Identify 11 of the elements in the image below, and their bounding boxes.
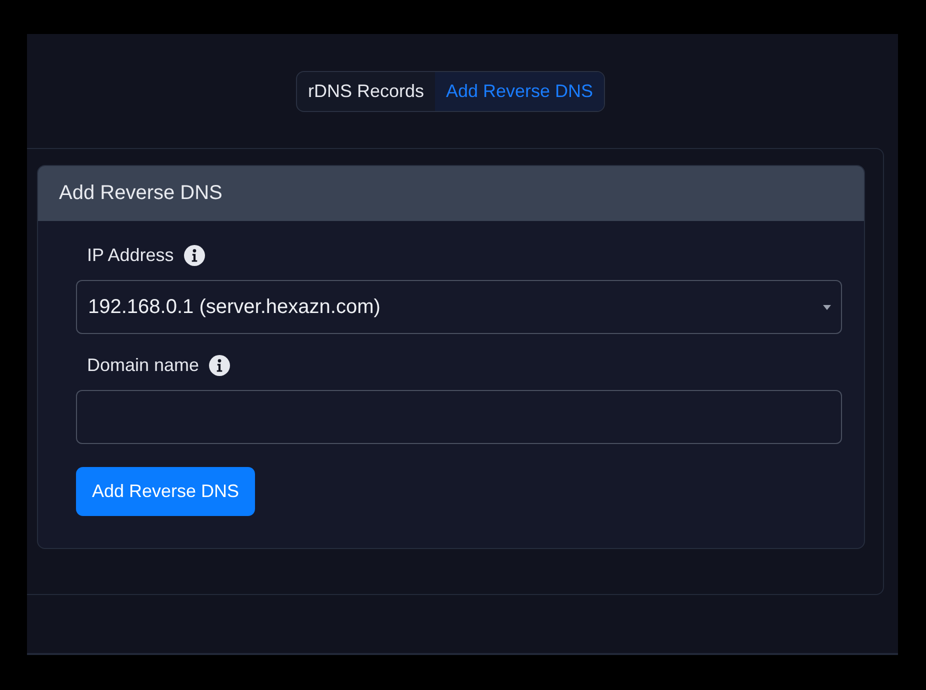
- tab[interactable]: Add Reverse DNS: [434, 72, 604, 111]
- field-label: Domain name: [87, 355, 200, 376]
- tab[interactable]: rDNS Records: [296, 72, 435, 111]
- info-icon[interactable]: [184, 245, 205, 266]
- caret-icon: [823, 304, 831, 310]
- field-label: IP Address: [87, 245, 174, 266]
- domain-input[interactable]: [76, 390, 842, 444]
- info-icon[interactable]: [209, 355, 230, 376]
- ip-select[interactable]: 192.168.0.1 (server.hexazn.com): [76, 280, 842, 334]
- add-button[interactable]: Add Reverse DNS: [76, 467, 256, 516]
- card-title: Add Reverse DNS: [38, 166, 864, 221]
